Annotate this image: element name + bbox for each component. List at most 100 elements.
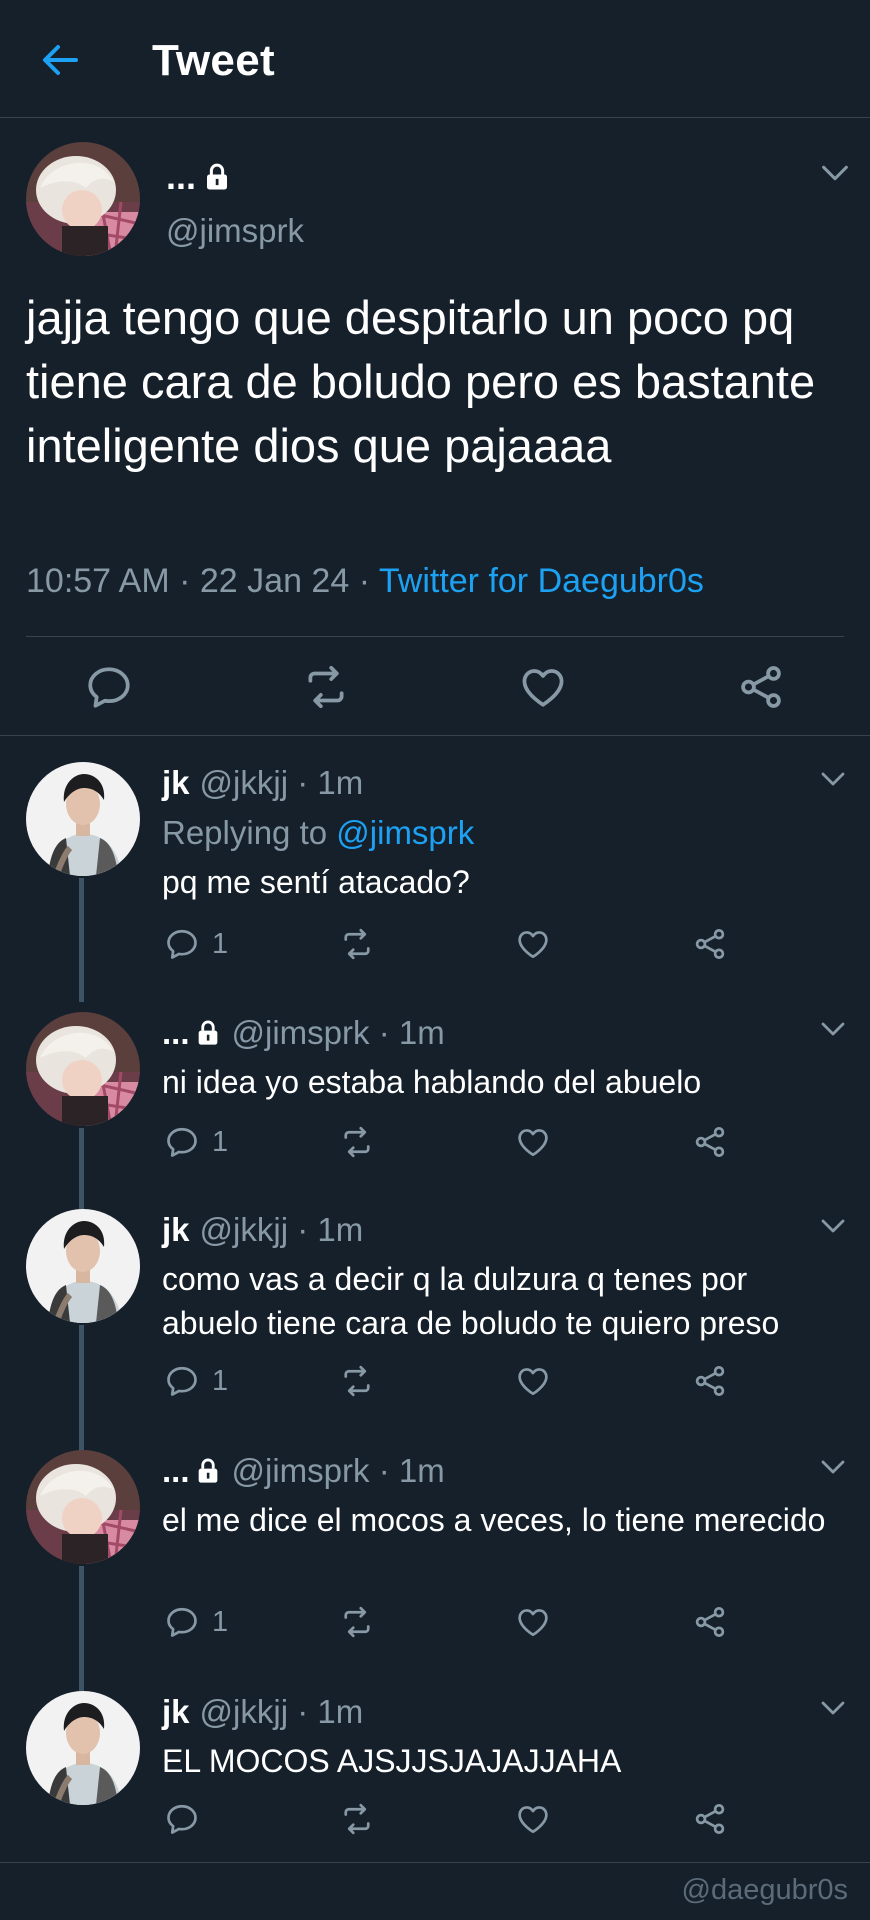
divider xyxy=(26,636,844,637)
reply-tweet[interactable]: ... @jimsprk · 1m ni idea yo estaba habl… xyxy=(0,1012,870,1224)
reply-button[interactable]: 1 xyxy=(164,1124,228,1160)
reply-button[interactable]: 1 xyxy=(164,926,228,962)
reply-header: jk @jkkjj · 1m xyxy=(162,1211,364,1249)
lock-icon xyxy=(196,1019,220,1047)
avatar[interactable] xyxy=(26,1209,140,1323)
chevron-down-icon[interactable] xyxy=(818,1697,848,1719)
like-button[interactable] xyxy=(515,1363,551,1399)
retweet-button[interactable] xyxy=(339,1801,375,1837)
heart-icon xyxy=(515,1801,551,1837)
main-tweet: ... @jimsprk jajja tengo que despitarlo … xyxy=(0,118,870,736)
chevron-down-icon[interactable] xyxy=(818,768,848,790)
top-bar: Tweet xyxy=(0,0,870,118)
display-name[interactable]: ... xyxy=(162,1014,220,1052)
reply-tweet[interactable]: jk @jkkjj · 1m EL MOCOS AJSJJSJAJAJJAHA xyxy=(0,1691,870,1851)
display-name[interactable]: jk xyxy=(162,764,190,802)
reply-header: ... @jimsprk · 1m xyxy=(162,1014,445,1052)
like-button[interactable] xyxy=(515,1604,551,1640)
reply-tweet[interactable]: jk @jkkjj · 1m Replying to @jimsprk pq m… xyxy=(0,762,870,1002)
avatar[interactable] xyxy=(26,1012,140,1126)
retweet-icon xyxy=(339,926,375,962)
reply-header: ... @jimsprk · 1m xyxy=(162,1452,445,1490)
handle[interactable]: @jkkjj xyxy=(200,1211,289,1249)
retweet-icon xyxy=(339,1801,375,1837)
retweet-icon xyxy=(339,1363,375,1399)
share-button[interactable] xyxy=(692,1124,728,1160)
display-name[interactable]: jk xyxy=(162,1693,190,1731)
handle[interactable]: @jkkjj xyxy=(200,1693,289,1731)
chevron-down-icon[interactable] xyxy=(818,1215,848,1237)
chevron-down-icon[interactable] xyxy=(818,1018,848,1040)
watermark: @daegubr0s xyxy=(681,1874,849,1906)
divider xyxy=(0,1862,870,1863)
share-button[interactable] xyxy=(692,1801,728,1837)
reply-button[interactable]: 1 xyxy=(164,1604,228,1640)
retweet-icon xyxy=(339,1124,375,1160)
like-button[interactable] xyxy=(515,1801,551,1837)
timestamp: 1m xyxy=(317,1211,364,1248)
heart-icon xyxy=(515,1604,551,1640)
reply-text: ni idea yo estaba hablando del abuelo xyxy=(162,1064,702,1100)
retweet-icon[interactable] xyxy=(301,662,351,712)
timestamp: 1m xyxy=(398,1014,445,1051)
avatar[interactable] xyxy=(26,1450,140,1564)
handle[interactable]: @jimsprk xyxy=(232,1014,370,1052)
reply-text: como vas a decir q la dulzura q tenes po… xyxy=(162,1261,780,1341)
lock-icon xyxy=(204,162,230,192)
retweet-button[interactable] xyxy=(339,1604,375,1640)
chevron-down-icon[interactable] xyxy=(818,160,852,186)
reply-count: 1 xyxy=(212,1125,229,1158)
comment-icon xyxy=(164,1604,200,1640)
reply-button[interactable]: 1 xyxy=(164,1363,228,1399)
thread-line xyxy=(79,1566,84,1702)
reply-header: jk @jkkjj · 1m xyxy=(162,1693,364,1731)
mention-link[interactable]: @jimsprk xyxy=(336,814,474,851)
back-button[interactable] xyxy=(38,40,82,80)
share-icon[interactable] xyxy=(736,662,786,712)
avatar[interactable] xyxy=(26,762,140,876)
avatar[interactable] xyxy=(26,1691,140,1805)
tweet-date[interactable]: 22 Jan 24 xyxy=(200,562,349,600)
display-name[interactable]: jk xyxy=(162,1211,190,1249)
comment-icon xyxy=(164,1363,200,1399)
comment-icon xyxy=(164,926,200,962)
like-button[interactable] xyxy=(515,1124,551,1160)
reply-count: 1 xyxy=(212,927,229,960)
reply-button[interactable] xyxy=(164,1801,212,1837)
heart-icon xyxy=(515,1363,551,1399)
reply-tweet[interactable]: jk @jkkjj · 1m como vas a decir q la dul… xyxy=(0,1209,870,1461)
tweet-time[interactable]: 10:57 AM xyxy=(26,562,170,600)
share-button[interactable] xyxy=(692,1363,728,1399)
page-title: Tweet xyxy=(152,36,275,85)
heart-icon xyxy=(515,1124,551,1160)
avatar[interactable] xyxy=(26,142,140,256)
share-icon xyxy=(692,1801,728,1837)
share-button[interactable] xyxy=(692,926,728,962)
reply-text: el me dice el mocos a veces, lo tiene me… xyxy=(162,1502,826,1538)
reply-count: 1 xyxy=(212,1605,229,1638)
heart-icon[interactable] xyxy=(518,662,568,712)
display-name: ... xyxy=(166,156,197,197)
handle[interactable]: @jimsprk xyxy=(232,1452,370,1490)
author-name[interactable]: ... xyxy=(166,156,230,198)
like-button[interactable] xyxy=(515,926,551,962)
tweet-source[interactable]: Twitter for Daegubr0s xyxy=(379,562,704,600)
share-icon xyxy=(692,926,728,962)
chevron-down-icon[interactable] xyxy=(818,1456,848,1478)
display-name[interactable]: ... xyxy=(162,1452,220,1490)
lock-icon xyxy=(196,1457,220,1485)
reply-header: jk @jkkjj · 1m xyxy=(162,764,364,802)
retweet-button[interactable] xyxy=(339,1363,375,1399)
share-icon xyxy=(692,1363,728,1399)
tweet-meta: 10:57 AM · 22 Jan 24 · Twitter for Daegu… xyxy=(26,562,704,600)
heart-icon xyxy=(515,926,551,962)
author-handle[interactable]: @jimsprk xyxy=(166,212,304,250)
reply-tweet[interactable]: ... @jimsprk · 1m el me dice el mocos a … xyxy=(0,1450,870,1702)
comment-icon[interactable] xyxy=(84,662,134,712)
replying-to: Replying to @jimsprk xyxy=(162,814,475,851)
retweet-button[interactable] xyxy=(339,926,375,962)
share-button[interactable] xyxy=(692,1604,728,1640)
handle[interactable]: @jkkjj xyxy=(200,764,289,802)
timestamp: 1m xyxy=(317,764,364,801)
retweet-button[interactable] xyxy=(339,1124,375,1160)
